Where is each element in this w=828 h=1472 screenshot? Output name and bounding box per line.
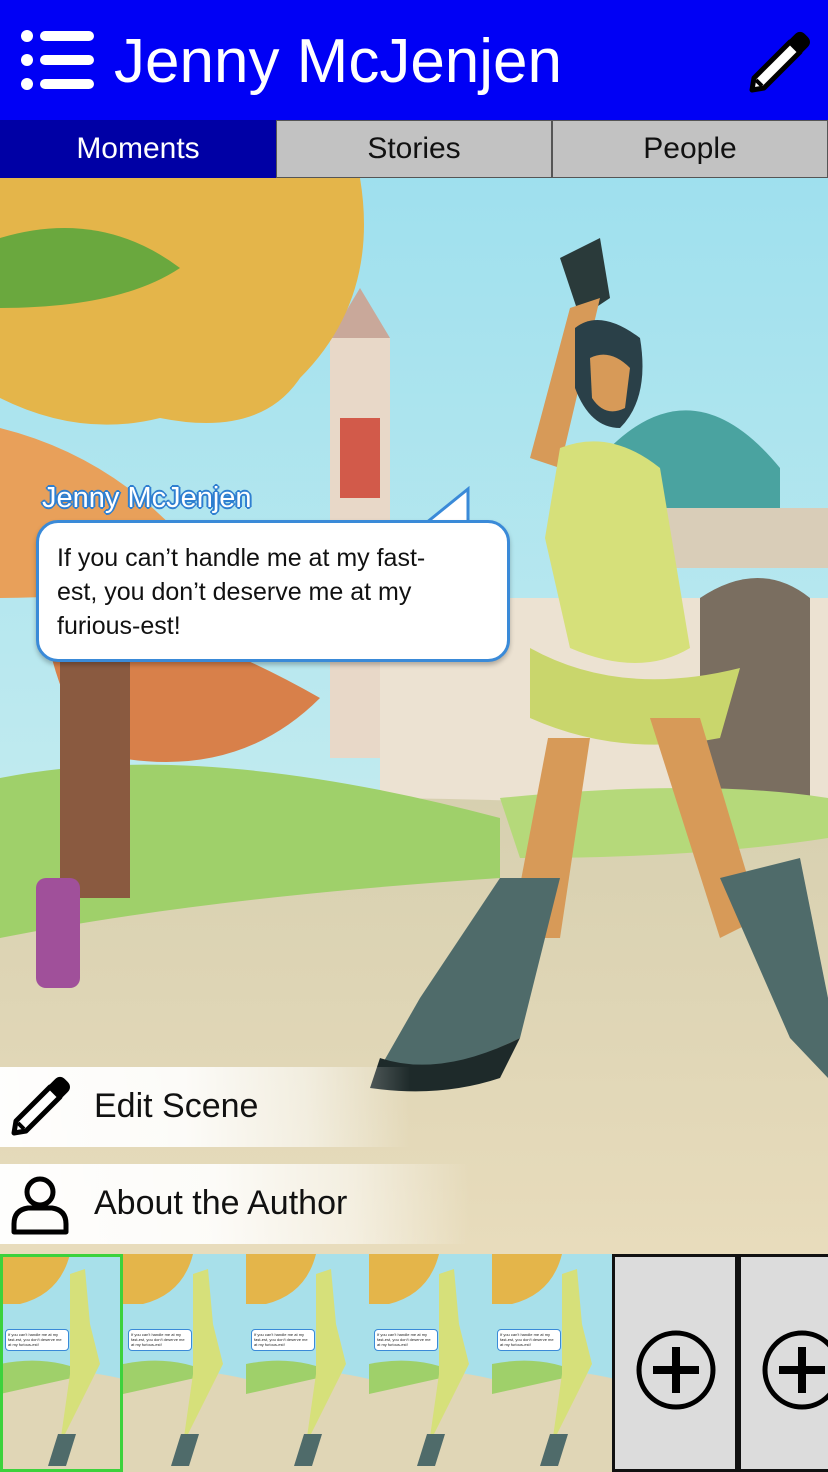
moment-thumbnail[interactable]: If you can’t handle me at my fast-est, y… xyxy=(369,1254,492,1472)
page-title: Jenny McJenjen xyxy=(114,27,563,96)
tab-stories[interactable]: Stories xyxy=(276,120,552,178)
tab-moments[interactable]: Moments xyxy=(0,120,276,178)
thumbnail-caption: If you can’t handle me at my fast-est, y… xyxy=(128,1329,192,1351)
dialogue-line: furious-est! xyxy=(57,612,181,640)
edit-scene-label: Edit Scene xyxy=(94,1087,259,1125)
thumbnail-image xyxy=(0,1254,123,1472)
moment-thumbnail[interactable]: If you can’t handle me at my fast-est, y… xyxy=(0,1254,123,1472)
thumbnail-image xyxy=(492,1254,615,1472)
moment-thumbnail[interactable]: If you can’t handle me at my fast-est, y… xyxy=(123,1254,246,1472)
plus-circle-icon xyxy=(636,1330,716,1410)
dialogue-line: est, you don’t deserve me at my xyxy=(57,578,412,606)
person-icon xyxy=(11,1176,69,1235)
thumbnail-image xyxy=(369,1254,492,1472)
tab-people[interactable]: People xyxy=(552,120,828,178)
add-moment-button[interactable] xyxy=(612,1254,738,1472)
dialogue-line: If you can’t handle me at my fast- xyxy=(57,544,426,572)
pencil-icon xyxy=(11,1077,70,1136)
moment-thumbnail[interactable]: If you can’t handle me at my fast-est, y… xyxy=(492,1254,615,1472)
thumbnail-image xyxy=(246,1254,369,1472)
thumbnail-caption: If you can’t handle me at my fast-est, y… xyxy=(5,1329,69,1351)
thumbnail-caption: If you can’t handle me at my fast-est, y… xyxy=(251,1329,315,1351)
about-author-label: About the Author xyxy=(94,1184,348,1222)
about-author-button[interactable]: About the Author xyxy=(0,1164,470,1244)
speech-bubble[interactable]: If you can’t handle me at my fast- est, … xyxy=(36,520,510,662)
pencil-icon[interactable] xyxy=(746,28,812,94)
thumbnail-caption: If you can’t handle me at my fast-est, y… xyxy=(374,1329,438,1351)
scene-view[interactable]: Jenny McJenjen If you can’t handle me at… xyxy=(0,178,828,1254)
tab-bar: Moments Stories People xyxy=(0,120,828,178)
thumbnail-caption: If you can’t handle me at my fast-est, y… xyxy=(497,1329,561,1351)
add-moment-button[interactable] xyxy=(738,1254,828,1472)
menu-list-icon[interactable] xyxy=(20,28,96,92)
edit-scene-button[interactable]: Edit Scene xyxy=(0,1067,410,1147)
app-header: Jenny McJenjen xyxy=(0,0,828,120)
thumbnail-image xyxy=(123,1254,246,1472)
moment-filmstrip: If you can’t handle me at my fast-est, y… xyxy=(0,1254,828,1472)
speaker-name: Jenny McJenjen xyxy=(42,482,252,514)
moment-thumbnail[interactable]: If you can’t handle me at my fast-est, y… xyxy=(246,1254,369,1472)
plus-circle-icon xyxy=(762,1330,828,1410)
